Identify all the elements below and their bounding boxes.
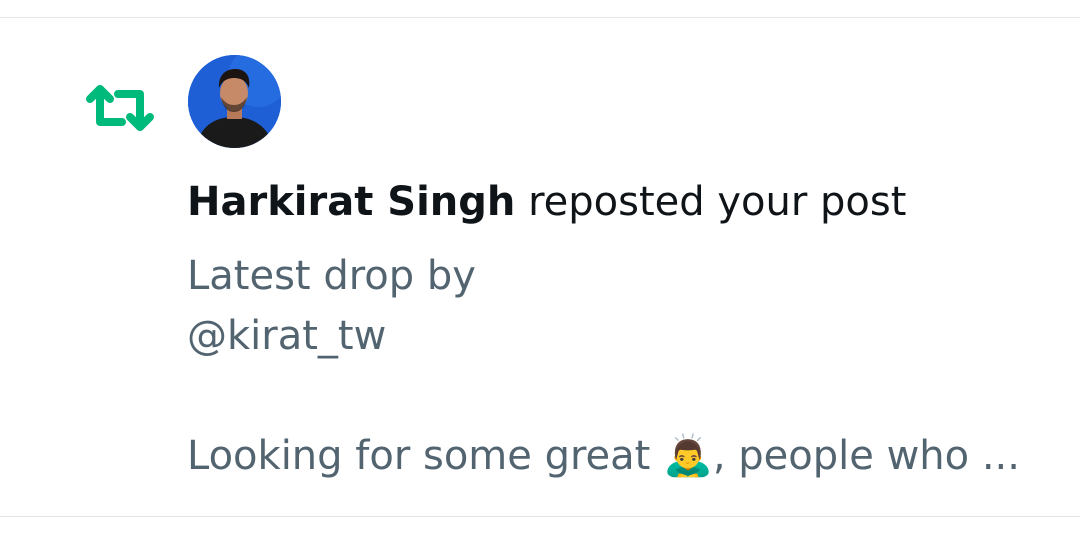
repost-icon	[84, 82, 156, 134]
preview-line-blank	[187, 366, 1047, 426]
avatar-image	[188, 55, 281, 148]
repost-notification[interactable]: Harkirat Singh reposted your post Latest…	[0, 18, 1080, 516]
post-preview[interactable]: Latest drop by @kirat_tw Looking for som…	[187, 246, 1047, 486]
preview-line: Latest drop by	[187, 253, 476, 299]
preview-line: @kirat_tw	[187, 313, 387, 359]
notification-headline: Harkirat Singh reposted your post	[187, 176, 906, 228]
actor-name[interactable]: Harkirat Singh	[187, 179, 515, 225]
repost-icon-graphic	[86, 85, 154, 131]
avatar[interactable]	[188, 55, 281, 148]
bottom-divider	[0, 516, 1080, 517]
preview-line: Looking for some great 🙇‍♂️, people who …	[187, 433, 1020, 479]
action-text: reposted your post	[528, 179, 907, 225]
